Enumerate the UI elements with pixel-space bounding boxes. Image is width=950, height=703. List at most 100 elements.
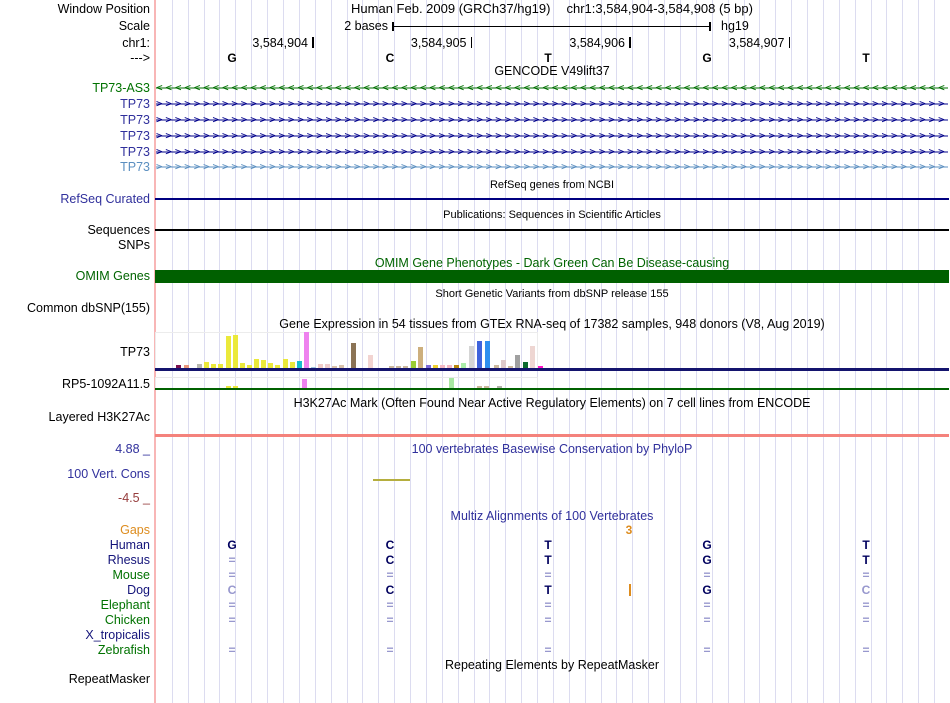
alignment-base: C xyxy=(385,538,395,552)
refseq-curated-line[interactable] xyxy=(155,198,949,200)
species-label[interactable]: Elephant xyxy=(0,598,150,612)
alignment-base: = xyxy=(228,598,236,612)
gaps-label[interactable]: Gaps xyxy=(0,523,150,537)
h3k27ac-title: H3K27Ac Mark (Often Found Near Active Re… xyxy=(293,396,811,410)
alignment-base: T xyxy=(544,538,552,552)
alignment-base: G xyxy=(702,538,712,552)
alignment-base: = xyxy=(862,598,870,612)
alignment-base: = xyxy=(544,643,552,657)
alignment-base: C xyxy=(385,583,395,597)
alignment-base: = xyxy=(544,613,552,627)
gencode-title: GENCODE V49lift37 xyxy=(494,64,610,78)
species-label[interactable]: Chicken xyxy=(0,613,150,627)
strand-label: ---> xyxy=(130,51,150,65)
repeatmasker-label[interactable]: RepeatMasker xyxy=(0,672,150,686)
ruler-number: 3,584,906 xyxy=(569,36,625,50)
gene-strand-arrows[interactable]: >>>>>>>>>>>>>>>>>>>>>>>>>>>>>>>>>>>>>>>>… xyxy=(156,113,948,127)
alignment-base: = xyxy=(386,568,394,582)
ruler-number: 3,584,905 xyxy=(410,36,467,50)
gene-strand-arrows[interactable]: <<<<<<<<<<<<<<<<<<<<<<<<<<<<<<<<<<<<<<<<… xyxy=(156,81,948,95)
gtex-tissue-bar xyxy=(469,346,474,368)
omim-gene-bar[interactable] xyxy=(155,269,949,283)
gene-strand-arrows[interactable]: >>>>>>>>>>>>>>>>>>>>>>>>>>>>>>>>>>>>>>>>… xyxy=(156,144,948,159)
common-dbsnp-label[interactable]: Common dbSNP(155) xyxy=(0,301,150,315)
alignment-base: = xyxy=(862,613,870,627)
ruler-tick xyxy=(788,37,790,48)
alignment-base: G xyxy=(702,583,712,597)
rp5-label[interactable]: RP5-1092A11.5 xyxy=(0,377,150,391)
rp5-tissue-bar xyxy=(449,377,454,388)
gene-strand-arrows[interactable]: >>>>>>>>>>>>>>>>>>>>>>>>>>>>>>>>>>>>>>>>… xyxy=(156,160,948,174)
conservation-min-label: -4.5 _ xyxy=(118,491,150,505)
gene-track-label[interactable]: TP73 xyxy=(0,97,150,111)
gene-track-label[interactable]: TP73 xyxy=(0,113,150,127)
species-label[interactable]: X_tropicalis xyxy=(0,628,150,642)
refseq-title: RefSeq genes from NCBI xyxy=(489,179,615,191)
omim-title: OMIM Gene Phenotypes - Dark Green Can Be… xyxy=(374,256,730,270)
alignment-base: = xyxy=(228,568,236,582)
species-label[interactable]: Rhesus xyxy=(0,553,150,567)
species-label[interactable]: Zebrafish xyxy=(0,643,150,657)
sequence-base: G xyxy=(702,51,712,65)
alignment-base: = xyxy=(703,598,711,612)
rp5-baseline xyxy=(155,387,949,390)
scale-value: 2 bases xyxy=(344,19,388,33)
gtex-tissue-bar xyxy=(418,347,423,368)
scale-bar-left-tick xyxy=(392,21,394,31)
gene-track-label[interactable]: TP73 xyxy=(0,129,150,143)
insertion-marker xyxy=(629,584,631,596)
gene-track-label[interactable]: TP73 xyxy=(0,160,150,174)
alignment-base: = xyxy=(228,553,236,567)
alignment-base: = xyxy=(703,568,711,582)
alignment-base: = xyxy=(386,613,394,627)
gene-track-label[interactable]: TP73 xyxy=(0,145,150,159)
alignment-base: C xyxy=(861,583,871,597)
ruler-tick xyxy=(470,37,472,48)
gtex-tp73-label[interactable]: TP73 xyxy=(0,345,150,359)
sequences-line[interactable] xyxy=(155,229,949,231)
dbsnp-title: Short Genetic Variants from dbSNP releas… xyxy=(435,288,669,300)
snps-label[interactable]: SNPs xyxy=(0,238,150,252)
scale-label: Scale xyxy=(118,19,150,33)
sequence-base: C xyxy=(385,51,395,65)
gtex-tissue-bar xyxy=(368,355,373,368)
alignment-base: = xyxy=(228,613,236,627)
alignment-base: G xyxy=(227,538,237,552)
assembly-text: Human Feb. 2009 (GRCh37/hg19) xyxy=(351,1,551,16)
gtex-tissue-bar xyxy=(485,341,490,368)
scale-bar xyxy=(392,25,710,27)
layered-h3k27ac-label[interactable]: Layered H3K27Ac xyxy=(0,410,150,424)
alignment-base: = xyxy=(703,613,711,627)
gene-strand-arrows[interactable]: >>>>>>>>>>>>>>>>>>>>>>>>>>>>>>>>>>>>>>>>… xyxy=(156,97,948,111)
sequences-label[interactable]: Sequences xyxy=(0,223,150,237)
alignment-base: C xyxy=(227,583,237,597)
h3k27ac-signal-line[interactable] xyxy=(155,434,949,437)
gene-strand-arrows[interactable]: >>>>>>>>>>>>>>>>>>>>>>>>>>>>>>>>>>>>>>>>… xyxy=(156,129,948,143)
multiz-title: Multiz Alignments of 100 Vertebrates xyxy=(450,509,654,523)
window-position-value: Human Feb. 2009 (GRCh37/hg19) chr1:3,584,… xyxy=(155,1,949,16)
alignment-base: = xyxy=(386,598,394,612)
gtex-tissue-bar xyxy=(304,332,309,368)
alignment-base: = xyxy=(544,598,552,612)
genome-browser-image[interactable]: Window Position Human Feb. 2009 (GRCh37/… xyxy=(0,0,950,703)
species-label[interactable]: Mouse xyxy=(0,568,150,582)
omim-genes-label[interactable]: OMIM Genes xyxy=(0,269,150,283)
gtex-tissue-bar xyxy=(226,336,231,368)
gtex-tissue-bar xyxy=(233,335,238,368)
gtex-tissue-bar xyxy=(261,360,266,368)
gtex-tissue-bar xyxy=(530,346,535,368)
alignment-base: C xyxy=(385,553,395,567)
ruler-number: 3,584,907 xyxy=(728,36,785,50)
gtex-tissue-bar xyxy=(515,355,520,368)
refseq-curated-label[interactable]: RefSeq Curated xyxy=(0,192,150,206)
conservation-track-label[interactable]: 100 Vert. Cons xyxy=(0,467,150,481)
species-label[interactable]: Human xyxy=(0,538,150,552)
gtex-tissue-bar xyxy=(501,360,506,368)
gtex-tissue-bar xyxy=(351,343,356,368)
gene-track-label[interactable]: TP73-AS3 xyxy=(0,81,150,95)
species-label[interactable]: Dog xyxy=(0,583,150,597)
alignment-base: = xyxy=(228,643,236,657)
ruler-number: 3,584,904 xyxy=(252,36,308,50)
position-text: chr1:3,584,904-3,584,908 (5 bp) xyxy=(566,1,753,16)
alignment-base: T xyxy=(544,583,552,597)
